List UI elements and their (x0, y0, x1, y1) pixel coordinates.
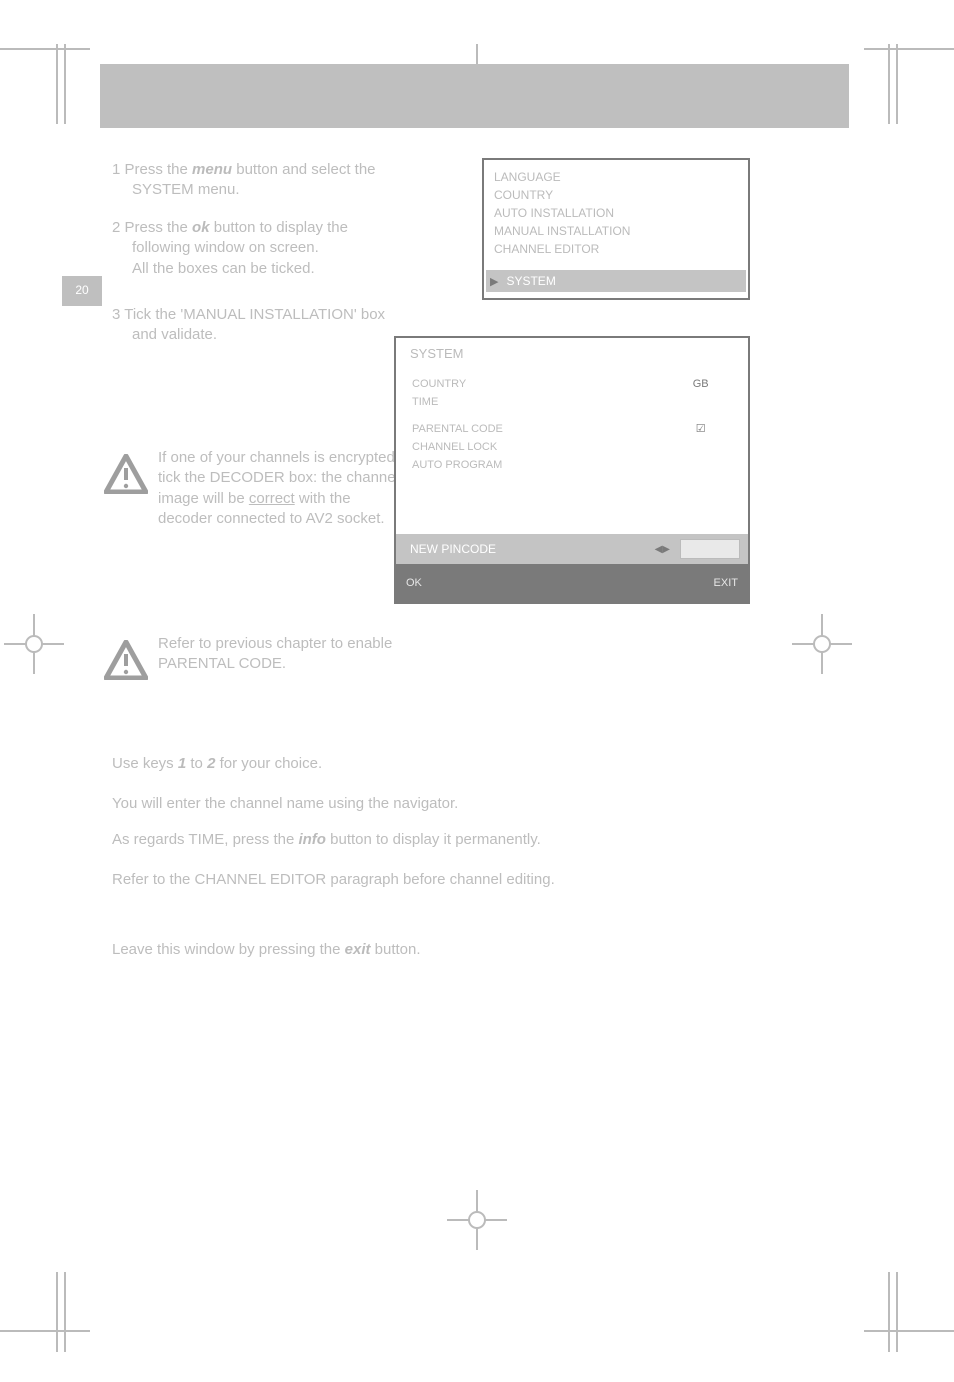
warning-icon (104, 640, 148, 680)
osd-footer-ok: OK (406, 577, 422, 589)
osd-menu-box: LANGUAGE COUNTRY AUTO INSTALLATION MANUA… (482, 158, 750, 300)
step-1: 1 Press the menu button and select the S… (112, 160, 452, 201)
ok-keyword: ok (192, 219, 210, 236)
page-header-band (100, 64, 849, 128)
crop-mark-vert (64, 44, 66, 124)
menu-highlight-row: ▶ SYSTEM (486, 270, 746, 292)
crop-mark-vert (56, 1272, 58, 1352)
crop-mark-vert (888, 1272, 890, 1352)
play-icon: ▶ (486, 275, 502, 288)
crop-mark-top-right (864, 48, 954, 50)
crop-mark-vert (896, 1272, 898, 1352)
crop-mark-top-left (0, 48, 90, 50)
registration-mark (4, 614, 64, 674)
osd-footer: OK EXIT (396, 564, 748, 602)
pincode-label: NEW PINCODE (396, 542, 645, 556)
exit-keyword: exit (345, 941, 371, 958)
osd-row: AUTO PROGRAM (410, 456, 734, 474)
registration-mark (447, 1190, 507, 1250)
crop-mark-vert (888, 44, 890, 124)
pincode-field[interactable] (680, 539, 740, 559)
instruction-time: As regards TIME, press the info button t… (112, 830, 752, 850)
warning-2-text: Refer to previous chapter to enable PARE… (158, 634, 458, 675)
left-right-arrows-icon: ◀▶ (645, 544, 680, 555)
crop-mark-bottom-right (864, 1330, 954, 1332)
menu-item: MANUAL INSTALLATION (494, 222, 738, 240)
page-number-tab: 20 (62, 276, 102, 306)
instruction-keys: Use keys 1 to 2 for your choice. (112, 754, 752, 774)
warning-icon (104, 454, 148, 494)
step-2: 2 Press the ok button to display the fol… (112, 218, 452, 279)
osd-footer-exit: EXIT (714, 577, 738, 589)
menu-item: AUTO INSTALLATION (494, 204, 738, 222)
info-keyword: info (298, 831, 326, 848)
menu-item: CHANNEL EDITOR (494, 240, 738, 258)
osd-row: COUNTRYGB (410, 375, 734, 393)
osd-title: SYSTEM (410, 346, 734, 361)
instruction-channel-editor: Refer to the CHANNEL EDITOR paragraph be… (112, 870, 752, 890)
crop-mark-vert (64, 1272, 66, 1352)
osd-row: PARENTAL CODE☑ (410, 419, 734, 438)
menu-highlight-label: SYSTEM (502, 274, 555, 288)
menu-item: COUNTRY (494, 186, 738, 204)
crop-mark-bottom-left (0, 1330, 90, 1332)
crop-mark-vert (896, 44, 898, 124)
crop-mark-vert (56, 44, 58, 124)
instruction-navigator: You will enter the channel name using th… (112, 794, 752, 814)
menu-keyword: menu (192, 161, 232, 178)
osd-system-box: SYSTEM COUNTRYGB TIME PARENTAL CODE☑ CHA… (394, 336, 750, 604)
osd-row: TIME (410, 393, 734, 411)
page-number: 20 (62, 276, 102, 297)
menu-item: LANGUAGE (494, 168, 738, 186)
osd-row: CHANNEL LOCK (410, 438, 734, 456)
instruction-exit: Leave this window by pressing the exit b… (112, 940, 752, 960)
registration-mark (792, 614, 852, 674)
osd-pincode-row: NEW PINCODE ◀▶ (396, 534, 748, 564)
checkbox-checked-icon: ☑ (679, 419, 723, 438)
